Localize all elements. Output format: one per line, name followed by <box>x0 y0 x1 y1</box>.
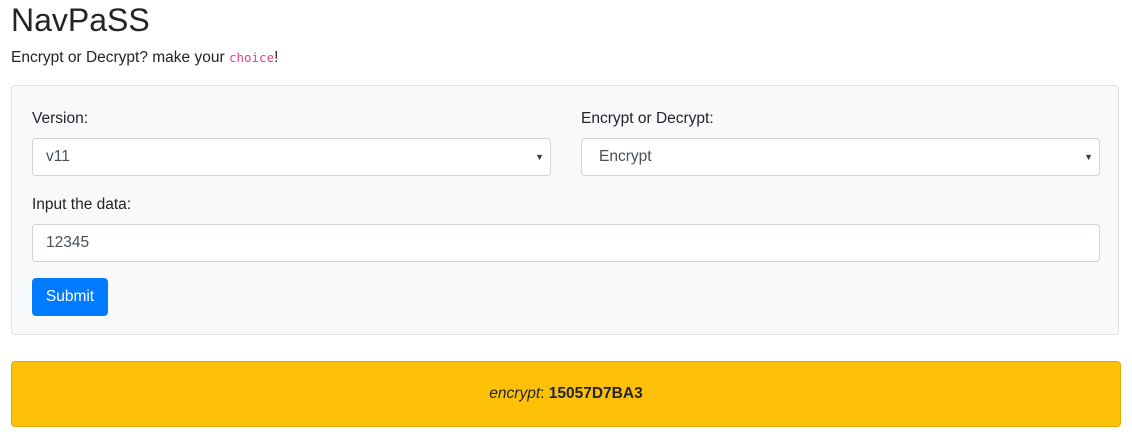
result-alert: encrypt: 15057D7BA3 <box>11 361 1121 427</box>
result-value: 15057D7BA3 <box>548 385 643 402</box>
mode-select[interactable]: Encrypt ▼ <box>581 138 1100 176</box>
form-card: Version: v11 ▼ Encrypt or Decrypt: Encry… <box>11 85 1119 335</box>
subtitle-suffix: ! <box>274 49 279 66</box>
chevron-down-icon: ▼ <box>535 152 544 162</box>
page: NavPaSS Encrypt or Decrypt? make your ch… <box>0 0 1132 441</box>
data-input[interactable]: 12345 <box>32 224 1100 262</box>
chevron-down-icon: ▼ <box>1084 152 1093 162</box>
version-select[interactable]: v11 ▼ <box>32 138 551 176</box>
page-title: NavPaSS <box>11 2 150 38</box>
data-label: Input the data: <box>32 196 132 213</box>
submit-button[interactable]: Submit <box>32 278 108 316</box>
mode-select-value: Encrypt <box>599 148 652 165</box>
version-label: Version: <box>32 110 89 127</box>
subtitle-code: choice <box>228 50 275 65</box>
version-select-value: v11 <box>46 148 70 165</box>
data-input-value: 12345 <box>46 234 90 251</box>
result-separator: : <box>540 385 549 402</box>
result-mode: encrypt <box>489 385 541 402</box>
subtitle-text: Encrypt or Decrypt? make your <box>11 49 229 66</box>
page-subtitle: Encrypt or Decrypt? make your choice! <box>11 47 278 69</box>
mode-label: Encrypt or Decrypt: <box>581 110 714 127</box>
